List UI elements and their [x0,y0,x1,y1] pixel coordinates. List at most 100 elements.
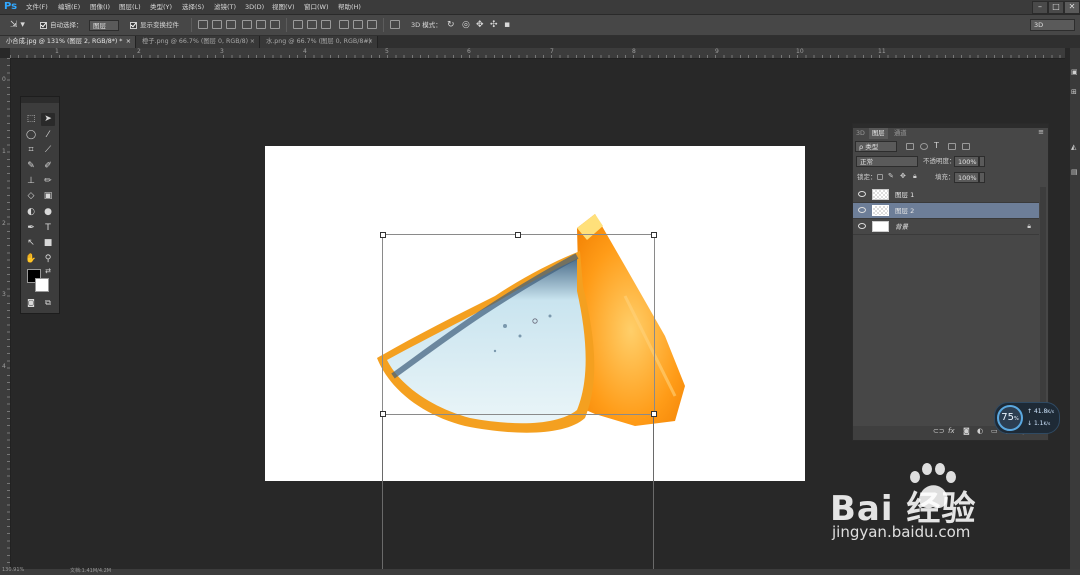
fill-dropdown-arrow[interactable] [979,172,985,183]
scale-3d-icon[interactable]: ▪ [504,15,510,35]
visibility-eye-icon[interactable] [858,223,866,229]
network-speed-widget[interactable]: 75% ↑ 41.8K/s ↓ 1.1K/s [994,402,1060,434]
align-right-icon[interactable] [270,20,280,29]
rectangle-tool-icon[interactable]: ■ [41,237,55,250]
brush-tool-icon[interactable]: ✐ [41,160,55,173]
filter-adjustment-icon[interactable] [920,143,928,150]
filter-pixel-icon[interactable] [906,143,914,150]
eraser-tool-icon[interactable]: ◇ [24,190,38,203]
align-left-icon[interactable] [242,20,252,29]
tab-close-icon[interactable]: × [250,36,255,48]
menu-image[interactable]: 图像(I) [90,0,110,14]
layer-kind-filter[interactable]: ρ 类型 [855,141,897,152]
auto-select-checkbox[interactable] [40,22,47,29]
panel-menu-icon[interactable]: ≡ [1038,128,1044,136]
tab-layers[interactable]: 图层 [869,128,888,139]
minimize-button[interactable]: – [1032,1,1048,14]
restore-button[interactable]: □ [1048,1,1064,14]
distribute-vcenter-icon[interactable] [307,20,317,29]
fill-input[interactable]: 100% [954,172,979,183]
close-window-button[interactable]: ✕ [1064,1,1080,14]
blur-tool-icon[interactable]: ◐ [24,206,38,219]
pen-tool-icon[interactable]: ✒ [24,222,38,235]
dock-panel-icon[interactable]: ▤ [1071,168,1078,176]
auto-align-icon[interactable] [390,20,400,29]
visibility-eye-icon[interactable] [858,207,866,213]
gradient-tool-icon[interactable]: ▣ [41,190,55,203]
eyedropper-tool-icon[interactable]: ⟋ [41,144,55,157]
menu-3d[interactable]: 3D(D) [245,0,264,14]
adjustment-icon[interactable]: ◐ [977,427,983,435]
background-color-swatch[interactable] [35,278,49,292]
crop-tool-icon[interactable]: ⌗ [24,144,38,157]
menu-select[interactable]: 选择(S) [182,0,204,14]
menu-filter[interactable]: 滤镜(T) [214,0,236,14]
marquee-tool-icon[interactable]: ⬚ [24,113,38,126]
path-selection-tool-icon[interactable]: ↖ [24,237,38,250]
drag-3d-icon[interactable]: ✥ [476,15,484,35]
dock-panel-icon[interactable]: ⊞ [1071,88,1077,96]
quick-select-tool-icon[interactable]: ⁄ [41,129,55,142]
distribute-bottom-icon[interactable] [321,20,331,29]
distribute-top-icon[interactable] [293,20,303,29]
history-brush-tool-icon[interactable]: ✏ [41,175,55,188]
type-tool-icon[interactable]: T [41,222,55,235]
dock-panel-icon[interactable]: ▣ [1071,68,1078,76]
align-hcenter-icon[interactable] [256,20,266,29]
rotate-3d-icon[interactable]: ↻ [447,15,455,35]
tab-3d[interactable]: 3D [853,128,868,139]
dodge-tool-icon[interactable]: ● [41,206,55,219]
align-bottom-icon[interactable] [226,20,236,29]
menu-type[interactable]: 类型(Y) [150,0,172,14]
filter-type-icon[interactable]: T [934,141,939,150]
transform-handle[interactable] [651,232,657,238]
swap-colors-icon[interactable]: ⇄ [41,265,55,278]
mask-icon[interactable]: ◙ [963,427,970,435]
distribute-right-icon[interactable] [367,20,377,29]
screen-mode-icon[interactable]: ⧉ [41,296,55,309]
hand-tool-icon[interactable]: ✋ [24,253,38,266]
tab-document-3[interactable]: 水.png @ 66.7% (图层 0, RGB/8#) × [260,36,378,48]
filter-smart-object-icon[interactable] [962,143,970,150]
quick-mask-icon[interactable]: ◙ [24,296,38,309]
lock-pixels-icon[interactable]: ✎ [888,172,894,180]
align-top-icon[interactable] [198,20,208,29]
tab-document-2[interactable]: 橙子.png @ 66.7% (图层 0, RGB/8) × [136,36,260,48]
lock-position-icon[interactable]: ✥ [900,172,906,180]
tab-close-icon[interactable]: × [126,36,131,48]
roll-3d-icon[interactable]: ◎ [462,15,470,35]
filter-shape-icon[interactable] [948,143,956,150]
lock-all-icon[interactable]: 🔒︎ [913,172,917,181]
opacity-dropdown-arrow[interactable] [979,156,985,167]
visibility-eye-icon[interactable] [858,191,866,197]
lock-transparency-icon[interactable] [877,174,883,180]
distribute-hcenter-icon[interactable] [353,20,363,29]
tab-close-icon[interactable]: × [368,36,373,48]
link-icon[interactable]: ⊂⊃ [933,427,945,435]
tab-document-1[interactable]: 小合成.jpg @ 131% (图层 2, RGB/8*) * × [0,36,136,48]
transform-handle[interactable] [380,411,386,417]
transform-handle[interactable] [515,232,521,238]
menu-help[interactable]: 帮助(H) [338,0,361,14]
transform-handle[interactable] [651,411,657,417]
layer-row[interactable]: 图层 1 [853,187,1039,203]
menu-layer[interactable]: 图层(L) [119,0,141,14]
auto-select-dropdown[interactable]: 图层 [89,20,119,31]
layers-scrollbar[interactable] [1040,187,1046,425]
toolbox-header[interactable] [21,97,59,103]
transform-bounding-box[interactable] [382,234,655,415]
align-vcenter-icon[interactable] [212,20,222,29]
move-tool-icon[interactable]: ➤ [41,113,55,126]
layer-row[interactable]: 背景 🔒︎ [853,219,1039,235]
workspace-dropdown[interactable]: 3D [1030,19,1075,31]
menu-edit[interactable]: 编辑(E) [58,0,80,14]
tab-channels[interactable]: 通道 [891,128,910,139]
show-transform-checkbox[interactable] [130,22,137,29]
menu-view[interactable]: 视图(V) [272,0,295,14]
lasso-tool-icon[interactable]: ◯ [24,129,38,142]
zoom-level[interactable]: 130.91% [2,567,24,573]
transform-handle[interactable] [380,232,386,238]
opacity-input[interactable]: 100% [954,156,979,167]
menu-file[interactable]: 文件(F) [26,0,48,14]
menu-window[interactable]: 窗口(W) [304,0,329,14]
